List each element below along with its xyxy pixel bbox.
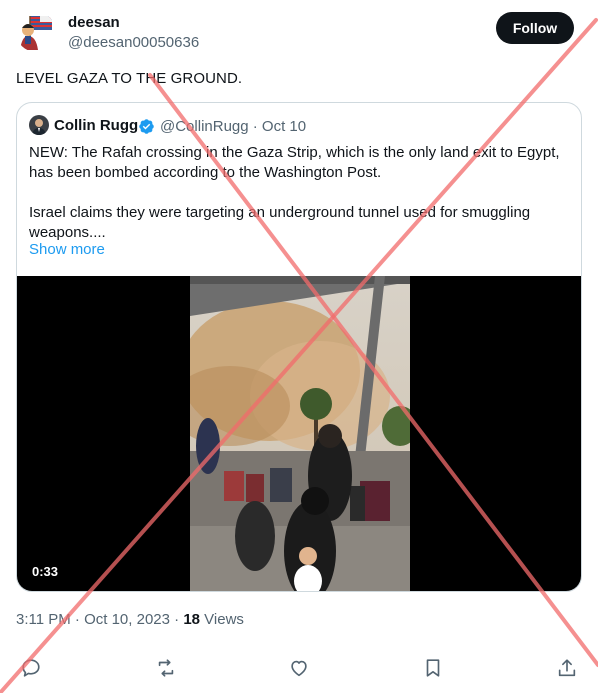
- views-label: Views: [200, 611, 244, 628]
- tweet-metadata: 3:11 PM · Oct 10, 2023 · 18 Views: [16, 611, 244, 628]
- person-avatar-icon: [29, 115, 49, 135]
- video-frame: [190, 276, 410, 591]
- verified-badge-icon: [139, 119, 154, 134]
- quoted-author-name[interactable]: Collin Rugg: [54, 117, 138, 134]
- quoted-handle-date[interactable]: @CollinRugg · Oct 10: [160, 118, 306, 135]
- views-count: 18: [183, 611, 200, 628]
- timestamp[interactable]: 3:11 PM · Oct 10, 2023 ·: [16, 611, 183, 628]
- author-name[interactable]: deesan: [68, 14, 120, 31]
- cartoon-avatar-icon: [16, 12, 56, 52]
- like-icon[interactable]: [288, 657, 310, 679]
- quoted-text: NEW: The Rafah crossing in the Gaza Stri…: [29, 143, 569, 243]
- tweet-text: LEVEL GAZA TO THE GROUND.: [16, 70, 243, 87]
- share-icon[interactable]: [556, 657, 578, 679]
- retweet-icon[interactable]: [155, 657, 177, 679]
- video-player[interactable]: 0:33: [17, 276, 581, 591]
- reply-icon[interactable]: [20, 657, 42, 679]
- author-handle[interactable]: @deesan00050636: [68, 34, 199, 51]
- quoted-author-avatar[interactable]: [29, 115, 49, 135]
- quoted-paragraph-2: Israel claims they were targeting an und…: [29, 204, 531, 241]
- quoted-paragraph-1: NEW: The Rafah crossing in the Gaza Stri…: [29, 144, 560, 181]
- follow-button[interactable]: Follow: [496, 12, 574, 44]
- quoted-tweet[interactable]: Collin Rugg @CollinRugg · Oct 10 NEW: Th…: [16, 102, 582, 592]
- video-duration: 0:33: [28, 563, 63, 580]
- show-more-link[interactable]: Show more: [29, 241, 105, 258]
- tweet: deesan @deesan00050636 Follow LEVEL GAZA…: [0, 0, 598, 693]
- author-avatar[interactable]: [16, 12, 56, 52]
- bookmark-icon[interactable]: [422, 657, 444, 679]
